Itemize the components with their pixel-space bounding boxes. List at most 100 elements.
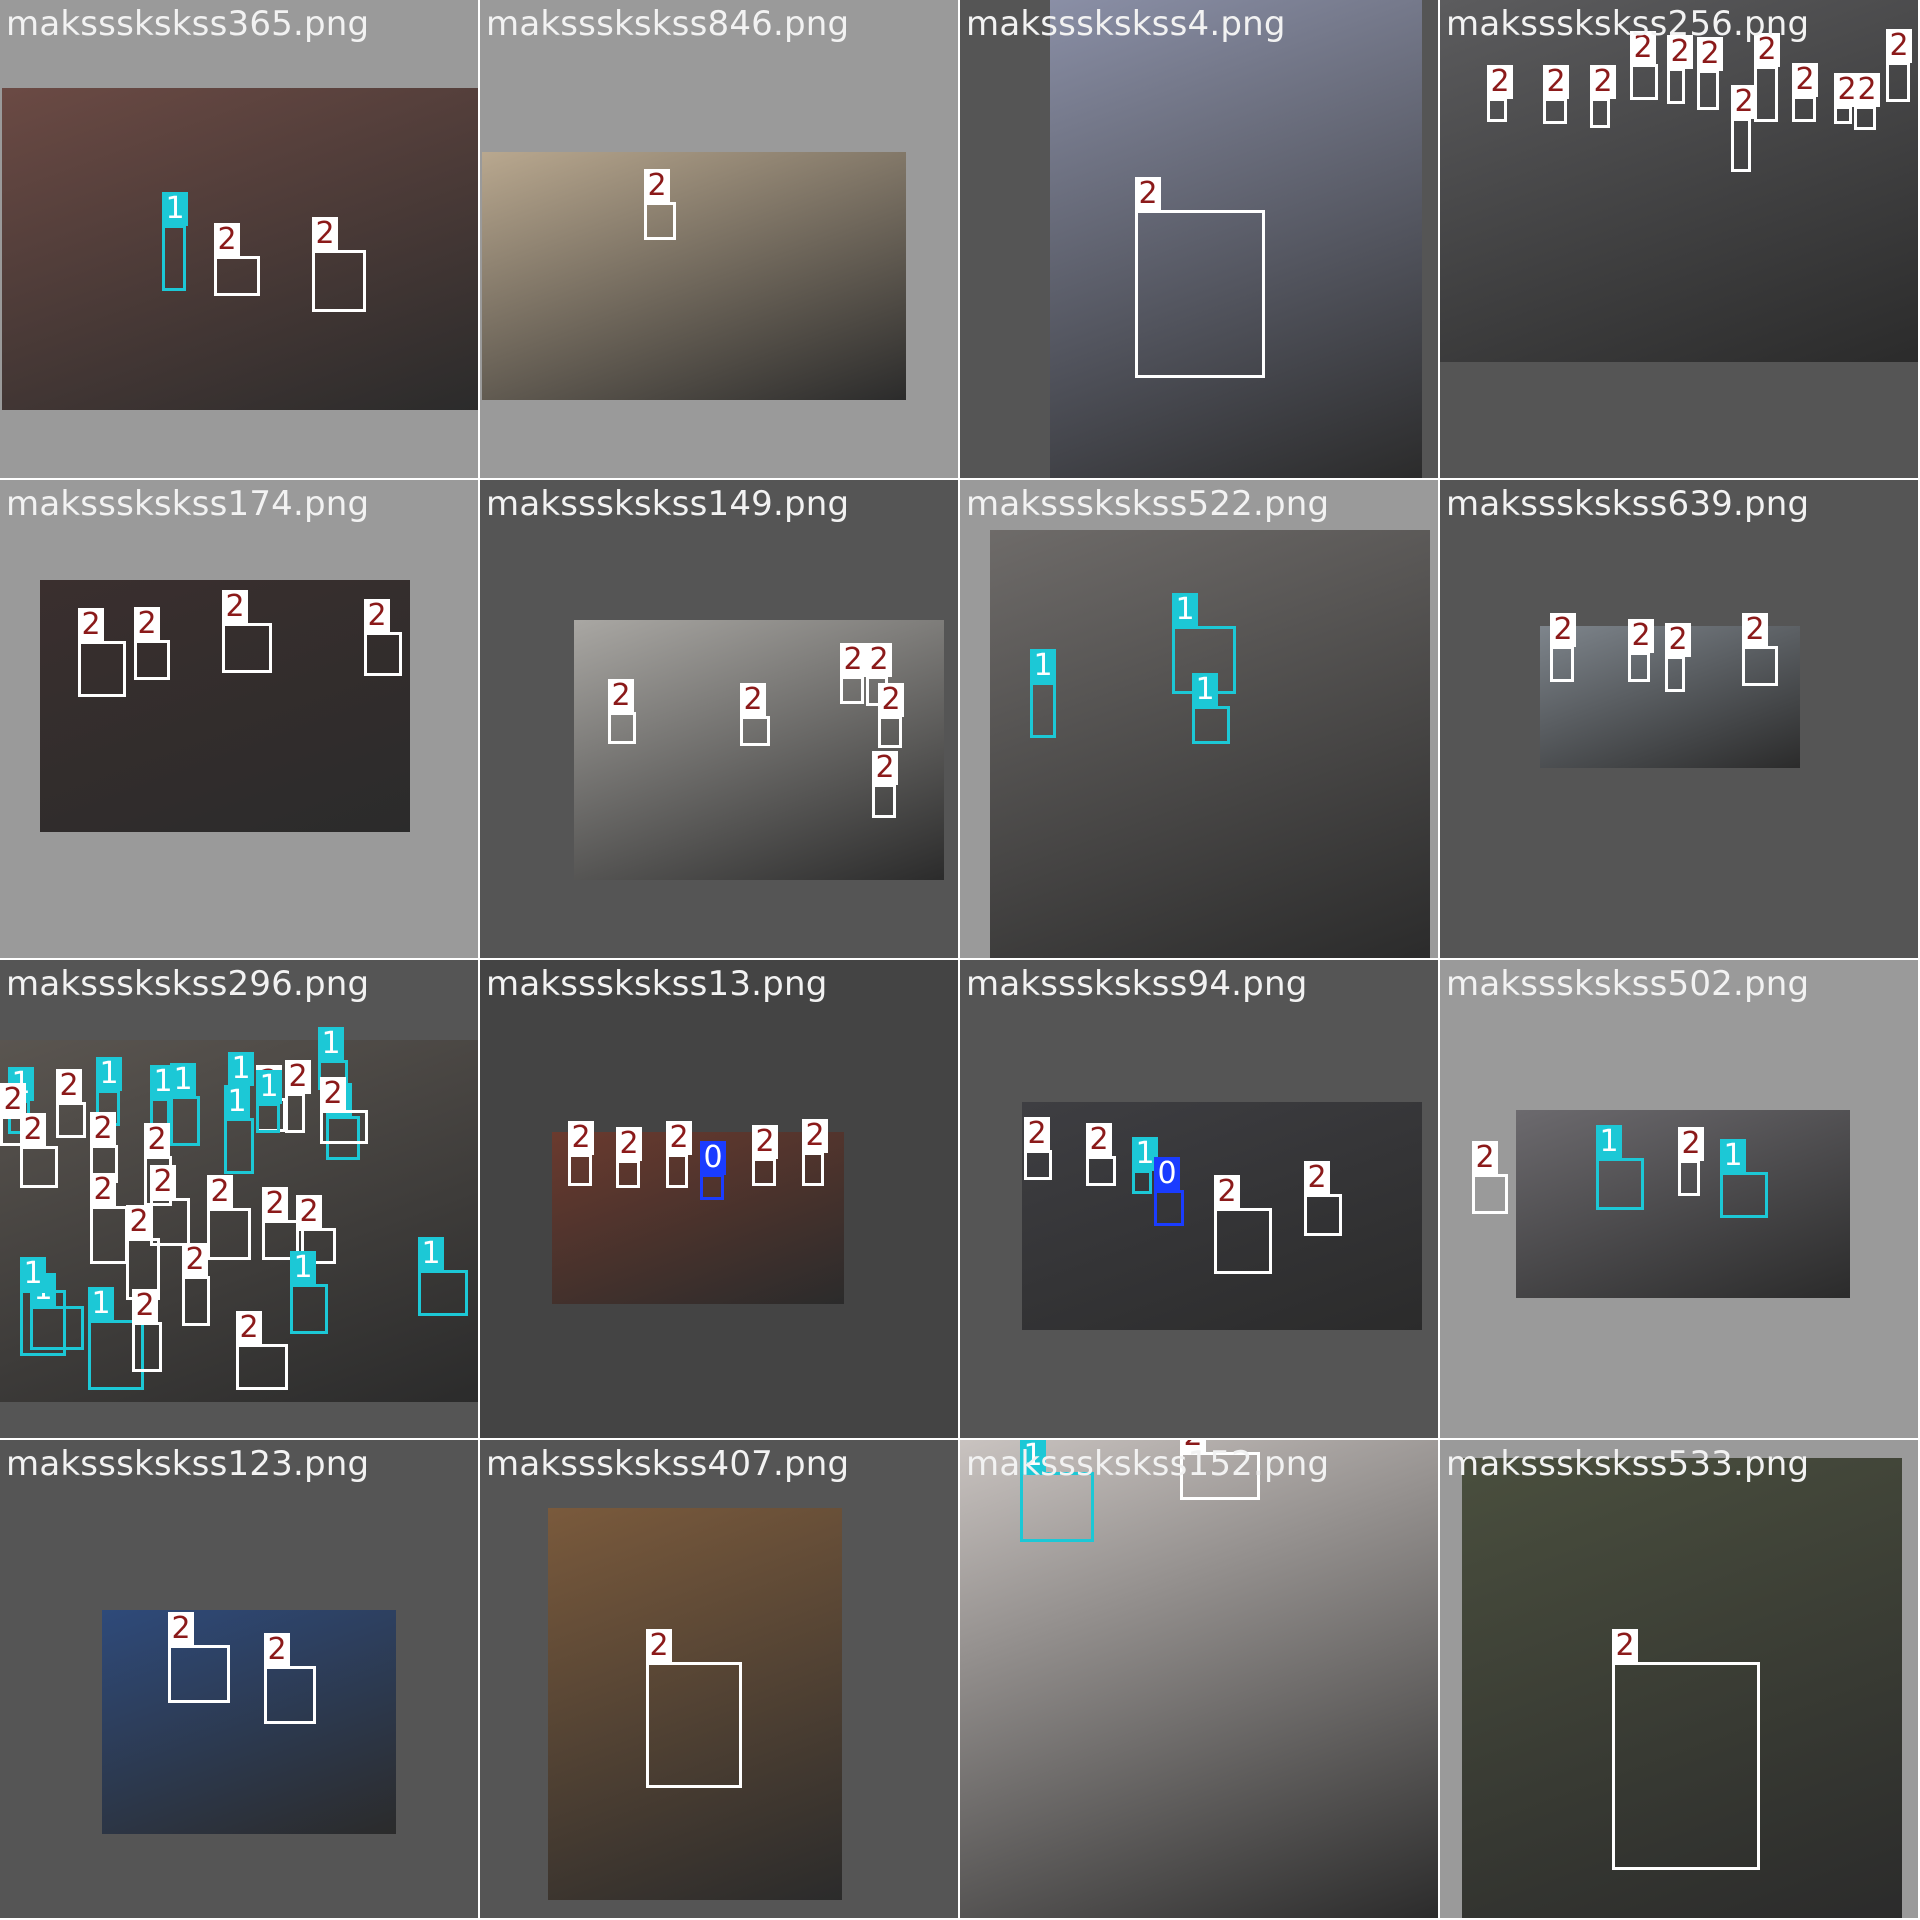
detection-class-label: 1 bbox=[418, 1237, 444, 1271]
tile: 2 2 2 0 2 2 makssskskss13.png bbox=[480, 960, 958, 1438]
detection-box: 2 bbox=[1550, 613, 1576, 682]
detection-class-label: 1 bbox=[318, 1027, 344, 1061]
detection-class-label: 2 bbox=[872, 751, 898, 785]
detection-class-label: 2 bbox=[1550, 613, 1576, 647]
detection-class-label: 2 bbox=[320, 1077, 346, 1111]
tile: 1 2 2 makssskskss365.png bbox=[0, 0, 478, 478]
tile-filename: makssskskss94.png bbox=[966, 964, 1308, 1004]
detection-class-label: 2 bbox=[1612, 1629, 1638, 1663]
detection-box: 2 bbox=[1304, 1161, 1342, 1236]
tile-filename: makssskskss123.png bbox=[6, 1444, 370, 1484]
detection-box: 2 bbox=[264, 1633, 316, 1724]
detection-class-label: 2 bbox=[222, 590, 248, 624]
detection-box: 2 bbox=[1697, 37, 1723, 110]
detection-class-label: 2 bbox=[1024, 1117, 1050, 1151]
detection-class-label: 2 bbox=[132, 1289, 158, 1323]
detection-box: 2 bbox=[802, 1119, 828, 1186]
detection-class-label: 2 bbox=[1886, 29, 1912, 63]
detection-class-label: 2 bbox=[1086, 1123, 1112, 1157]
tile-photo bbox=[2, 88, 478, 410]
detection-class-label: 2 bbox=[134, 607, 160, 641]
detection-class-label: 2 bbox=[616, 1127, 642, 1161]
tile-filename: makssskskss4.png bbox=[966, 4, 1286, 44]
detection-class-label: 2 bbox=[126, 1205, 152, 1239]
detection-class-label: 2 bbox=[1854, 73, 1880, 107]
detection-class-label: 2 bbox=[1487, 65, 1513, 99]
detection-box: 2 bbox=[364, 599, 402, 676]
detection-class-label: 2 bbox=[150, 1165, 176, 1199]
detection-box: 2 bbox=[20, 1113, 58, 1188]
detection-class-label: 1 bbox=[1030, 649, 1056, 683]
detection-box: 2 bbox=[644, 169, 676, 240]
detection-class-label: 2 bbox=[1665, 623, 1691, 657]
detection-box: 2 bbox=[1135, 177, 1265, 378]
detection-class-label: 1 bbox=[1172, 593, 1198, 627]
tile-photo bbox=[552, 1132, 844, 1304]
tile-photo bbox=[482, 152, 906, 400]
detection-box: 2 bbox=[207, 1175, 251, 1260]
detection-box: 0 bbox=[700, 1141, 726, 1200]
detection-box: 1 bbox=[1720, 1139, 1768, 1218]
detection-box: 1 bbox=[224, 1085, 254, 1174]
detection-box: 0 bbox=[1154, 1157, 1184, 1226]
detection-mosaic: 1 2 2 makssskskss365.png 2 makssskskss846.png… bbox=[0, 0, 1920, 1920]
detection-class-label: 2 bbox=[752, 1125, 778, 1159]
detection-box: 2 bbox=[1214, 1175, 1272, 1274]
detection-class-label: 1 bbox=[170, 1063, 196, 1097]
detection-class-label: 2 bbox=[608, 679, 634, 713]
detection-box: 2 bbox=[608, 679, 636, 744]
detection-box: 2 bbox=[320, 1077, 368, 1144]
detection-box: 1 bbox=[162, 192, 188, 291]
detection-class-label: 2 bbox=[1792, 63, 1818, 97]
tile: 2 makssskskss407.png bbox=[480, 1440, 958, 1918]
detection-box: 2 bbox=[1590, 65, 1616, 128]
detection-class-label: 0 bbox=[700, 1141, 726, 1175]
detection-box: 2 bbox=[182, 1243, 210, 1326]
detection-class-label: 1 bbox=[224, 1085, 250, 1119]
detection-box: 2 bbox=[56, 1069, 86, 1138]
detection-class-label: 2 bbox=[644, 169, 670, 203]
detection-class-label: 2 bbox=[312, 217, 338, 251]
tile: 2 2 2 2 makssskskss639.png bbox=[1440, 480, 1918, 958]
detection-class-label: 2 bbox=[90, 1112, 116, 1146]
detection-class-label: 2 bbox=[296, 1195, 322, 1229]
tile: 2 makssskskss846.png bbox=[480, 0, 958, 478]
tile-photo bbox=[990, 530, 1430, 958]
detection-class-label: 2 bbox=[264, 1633, 290, 1667]
detection-box: 2 bbox=[312, 217, 366, 312]
detection-box: 2 bbox=[222, 590, 272, 673]
detection-class-label: 1 bbox=[1596, 1125, 1622, 1159]
detection-class-label: 1 bbox=[1192, 673, 1218, 707]
detection-box: 2 bbox=[1792, 63, 1818, 122]
tile: 2 makssskskss533.png bbox=[1440, 1440, 1918, 1918]
detection-box: 2 bbox=[878, 683, 904, 748]
detection-class-label: 2 bbox=[740, 683, 766, 717]
detection-class-label: 1 bbox=[88, 1287, 114, 1321]
detection-class-label: 2 bbox=[666, 1121, 692, 1155]
detection-box: 2 bbox=[1678, 1127, 1704, 1196]
tile-filename: makssskskss13.png bbox=[486, 964, 828, 1004]
detection-box: 1 bbox=[418, 1237, 468, 1316]
detection-box: 2 bbox=[1472, 1141, 1508, 1214]
detection-box: 2 bbox=[1630, 31, 1658, 100]
detection-box: 2 bbox=[1854, 73, 1880, 130]
detection-box: 2 bbox=[168, 1612, 230, 1703]
detection-class-label: 2 bbox=[840, 643, 866, 677]
detection-box: 2 bbox=[1024, 1117, 1052, 1180]
detection-box: 1 bbox=[1030, 649, 1056, 738]
detection-class-label: 2 bbox=[262, 1187, 288, 1221]
detection-class-label: 2 bbox=[878, 683, 904, 717]
tile-photo bbox=[102, 1610, 396, 1834]
detection-box: 2 bbox=[1667, 35, 1693, 104]
tile-filename: makssskskss149.png bbox=[486, 484, 850, 524]
tile-filename: makssskskss407.png bbox=[486, 1444, 850, 1484]
detection-box: 2 bbox=[1834, 73, 1860, 124]
detection-class-label: 0 bbox=[1154, 1157, 1180, 1191]
detection-class-label: 2 bbox=[90, 1173, 116, 1207]
detection-class-label: 2 bbox=[236, 1311, 262, 1345]
detection-box: 2 bbox=[78, 608, 126, 697]
tile-filename: makssskskss639.png bbox=[1446, 484, 1810, 524]
detection-class-label: 2 bbox=[1214, 1175, 1240, 1209]
detection-box: 2 bbox=[1886, 29, 1912, 102]
detection-box: 2 bbox=[1612, 1629, 1760, 1870]
